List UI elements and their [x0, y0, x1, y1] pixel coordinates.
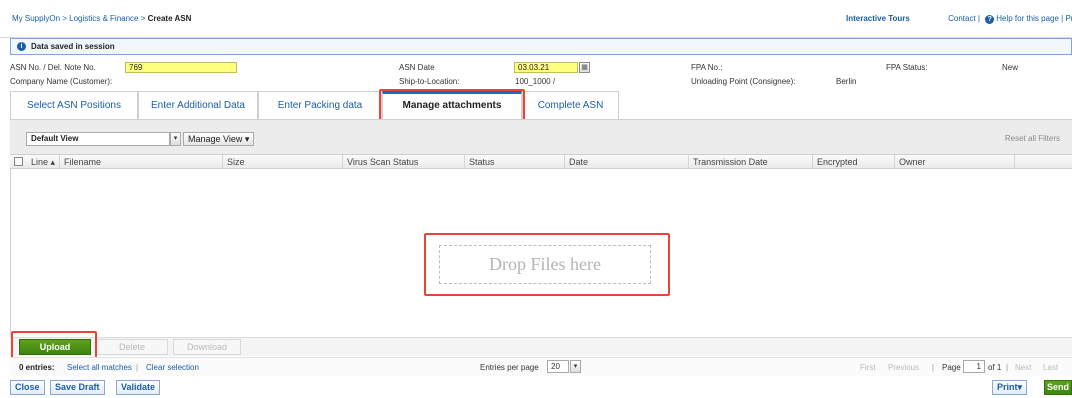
upload-button[interactable]: Upload	[19, 339, 91, 355]
asn-header-row-2: Company Name (Customer): Ship-to-Locatio…	[10, 76, 1072, 88]
column-virus-scan-status[interactable]: Virus Scan Status	[343, 155, 465, 169]
breadcrumb-current: Create ASN	[147, 14, 192, 23]
download-button[interactable]: Download	[173, 339, 241, 355]
fpa-no-label: FPA No.:	[691, 63, 723, 72]
column-filename[interactable]: Filename	[60, 155, 223, 169]
previous-page-link[interactable]: Previous	[888, 363, 919, 372]
column-status[interactable]: Status	[465, 155, 565, 169]
column-encrypted[interactable]: Encrypted	[813, 155, 895, 169]
print-label: Print	[997, 382, 1018, 392]
top-bar: My SupplyOn > Logistics & Finance > Crea…	[0, 0, 1072, 38]
ship-to-label: Ship-to-Location:	[399, 77, 460, 86]
print-link[interactable]: | Print	[1061, 14, 1072, 23]
manage-view-button[interactable]: Manage View ▾	[183, 132, 255, 146]
grid-header: Line ▴ Filename Size Virus Scan Status S…	[10, 154, 1072, 169]
chevron-down-icon[interactable]: ▾	[570, 360, 581, 373]
column-size[interactable]: Size	[223, 155, 343, 169]
top-links: Interactive Tours Contact | ? Help for th…	[846, 14, 1072, 24]
tab-complete-asn[interactable]: Complete ASN	[522, 91, 619, 119]
asn-no-label: ASN No. / Del. Note No.	[10, 63, 96, 72]
page-count: of 1	[988, 363, 1002, 372]
select-all-checkbox[interactable]	[14, 157, 23, 166]
interactive-tours-link[interactable]: Interactive Tours	[846, 14, 910, 23]
asn-date-input[interactable]: 03.03.21	[514, 62, 578, 73]
page-number-input[interactable]: 1	[963, 360, 985, 373]
grid-toolbar: Default View ▾ Manage View ▾ Reset all F…	[10, 119, 1072, 154]
close-button[interactable]: Close	[10, 380, 45, 395]
view-select[interactable]: Default View	[26, 132, 170, 146]
clear-selection-link[interactable]: Clear selection	[146, 363, 199, 372]
action-bar	[10, 337, 1072, 356]
delete-button[interactable]: Delete	[96, 339, 168, 355]
asn-no-input[interactable]: 769	[125, 62, 237, 73]
entries-count: 0 entries:	[19, 363, 55, 372]
footer-bar: Close Save Draft Validate Print▾ Send	[10, 376, 1072, 398]
tab-enter-packing-data[interactable]: Enter Packing data	[258, 91, 382, 119]
info-icon: i	[17, 42, 26, 51]
unloading-value: Berlin	[836, 77, 857, 86]
column-line[interactable]: Line ▴	[27, 155, 60, 169]
column-owner[interactable]: Owner	[895, 155, 1015, 169]
fpa-status-value: New	[1002, 63, 1019, 72]
calendar-icon[interactable]: ▦	[579, 62, 590, 73]
next-page-link[interactable]: Next	[1015, 363, 1031, 372]
sort-asc-icon: ▴	[50, 157, 56, 167]
column-transmission-date[interactable]: Transmission Date	[689, 155, 813, 169]
help-link[interactable]: Help for this page	[996, 14, 1059, 23]
select-all-matches-link[interactable]: Select all matches	[67, 363, 132, 372]
ship-to-value: 100_1000 /	[515, 77, 556, 86]
drop-zone[interactable]: Drop Files here	[439, 245, 651, 284]
session-message: i Data saved in session	[10, 38, 1072, 55]
send-button[interactable]: Send	[1044, 380, 1072, 395]
pager-bar: 0 entries: Select all matches | Clear se…	[10, 357, 1072, 376]
last-page-link[interactable]: Last	[1043, 363, 1058, 372]
asn-header-row-1: ASN No. / Del. Note No. 769 ASN Date 03.…	[10, 62, 1072, 74]
page-label: Page	[942, 363, 961, 372]
entries-per-page-select[interactable]: 20	[547, 360, 569, 373]
tab-enter-additional-data[interactable]: Enter Additional Data	[138, 91, 258, 119]
asn-date-label: ASN Date	[399, 63, 435, 72]
company-label: Company Name (Customer):	[10, 77, 113, 86]
session-message-text: Data saved in session	[31, 42, 115, 51]
contact-link[interactable]: Contact |	[948, 14, 980, 23]
save-draft-button[interactable]: Save Draft	[50, 380, 105, 395]
entries-per-page-label: Entries per page	[480, 363, 539, 372]
breadcrumb-links[interactable]: My SupplyOn > Logistics & Finance >	[12, 14, 148, 23]
print-button[interactable]: Print▾	[992, 380, 1028, 395]
tab-manage-attachments[interactable]: Manage attachments	[382, 91, 522, 119]
reset-filters-link[interactable]: Reset all Filters	[1005, 134, 1060, 143]
first-page-link[interactable]: First	[860, 363, 876, 372]
validate-button[interactable]: Validate	[116, 380, 161, 395]
help-icon: ?	[985, 15, 995, 24]
column-date[interactable]: Date	[565, 155, 689, 169]
chevron-down-icon[interactable]: ▾	[170, 132, 181, 146]
breadcrumb: My SupplyOn > Logistics & Finance > Crea…	[12, 14, 191, 23]
tab-select-asn-positions[interactable]: Select ASN Positions	[10, 91, 138, 119]
manage-view-label: Manage View	[188, 134, 243, 144]
fpa-status-label: FPA Status:	[886, 63, 928, 72]
unloading-label: Unloading Point (Consignee):	[691, 77, 796, 86]
